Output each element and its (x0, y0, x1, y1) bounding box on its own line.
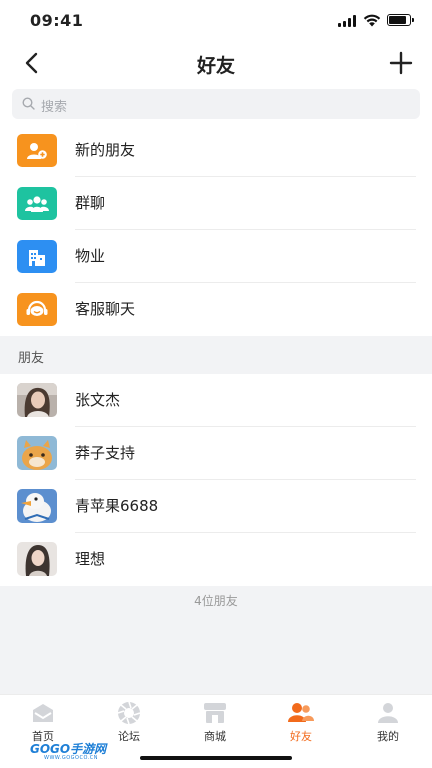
tab-shop[interactable]: 商城 (172, 701, 258, 744)
list-item[interactable]: 张文杰 (0, 374, 432, 427)
building-icon (17, 240, 57, 273)
shop-icon (202, 701, 228, 725)
menu-item-label: 群聊 (75, 194, 106, 212)
signal-icon (338, 15, 358, 27)
menu-item-new-friends[interactable]: 新的朋友 (0, 124, 432, 177)
menu-item-label: 客服聊天 (75, 300, 136, 318)
menu-item-group-chat[interactable]: 群聊 (0, 177, 432, 230)
avatar (17, 383, 57, 417)
tab-friends[interactable]: 好友 (258, 701, 344, 744)
nav-bar: 好友 (0, 42, 432, 84)
friends-section-header: 朋友 (0, 336, 432, 374)
add-icon[interactable] (388, 50, 414, 76)
profile-icon (375, 701, 401, 725)
list-item[interactable]: 青苹果6688 (0, 480, 432, 533)
avatar (17, 436, 57, 470)
menu-item-customer-service[interactable]: 客服聊天 (0, 283, 432, 336)
battery-icon (387, 14, 414, 26)
section-title: 朋友 (18, 351, 45, 366)
search-icon (22, 97, 35, 110)
menu-item-label: 物业 (75, 247, 106, 265)
friend-name: 张文杰 (75, 391, 121, 409)
menu-item-property[interactable]: 物业 (0, 230, 432, 283)
home-indicator (140, 756, 292, 760)
function-menu: 新的朋友 群聊 物业 客服聊天 (0, 124, 432, 336)
avatar (17, 542, 57, 576)
search-bar-container: 搜索 (0, 84, 432, 124)
add-friend-icon (17, 134, 57, 167)
search-input[interactable]: 搜索 (12, 89, 420, 119)
friend-list: 张文杰 莽子支持 青苹果6688 理想 (0, 374, 432, 586)
friend-name: 理想 (75, 550, 106, 568)
page-title: 好友 (196, 55, 235, 77)
status-time: 09:41 (30, 11, 84, 30)
forum-icon (116, 701, 142, 725)
list-item[interactable]: 莽子支持 (0, 427, 432, 480)
tab-label: 好友 (290, 730, 312, 743)
search-placeholder: 搜索 (41, 100, 68, 115)
menu-item-label: 新的朋友 (75, 141, 136, 159)
tab-forum[interactable]: 论坛 (86, 701, 172, 744)
friend-count: 4位朋友 (194, 594, 238, 608)
tab-profile[interactable]: 我的 (345, 701, 431, 744)
tab-label: 我的 (377, 730, 399, 743)
friend-name: 青苹果6688 (75, 497, 159, 515)
status-bar: 09:41 (0, 0, 432, 42)
home-icon (30, 701, 56, 725)
friend-name: 莽子支持 (75, 444, 136, 462)
friends-icon (288, 701, 314, 725)
tab-label: 商城 (204, 730, 226, 743)
group-chat-icon (17, 187, 57, 220)
avatar (17, 489, 57, 523)
tab-home[interactable]: 首页 (0, 701, 86, 744)
list-item[interactable]: 理想 (0, 533, 432, 586)
customer-service-icon (17, 293, 57, 326)
watermark-url: WWW.GOGOCO.CN (44, 755, 99, 761)
wifi-icon (363, 14, 381, 27)
